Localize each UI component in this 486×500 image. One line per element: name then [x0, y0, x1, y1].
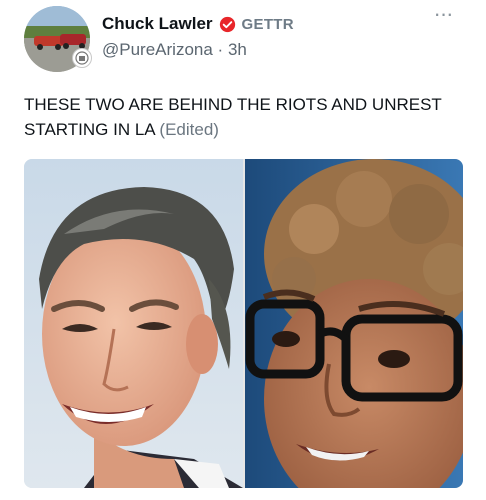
- post-media[interactable]: [24, 159, 463, 488]
- post-body: THESE TWO ARE BEHIND THE RIOTS AND UNRES…: [24, 95, 442, 139]
- photo-woman-glasses: [245, 159, 463, 488]
- post-time: 3h: [227, 40, 247, 59]
- edited-label: (Edited): [159, 120, 219, 139]
- author-handle[interactable]: @PureArizona: [102, 40, 213, 59]
- author-meta: @PureArizona · 3h: [102, 40, 247, 60]
- gettr-verified-icon: [219, 16, 235, 32]
- post-card: Chuck Lawler GETTR @PureArizona · 3h ···…: [0, 0, 486, 500]
- media-image: [24, 159, 463, 488]
- author-row: Chuck Lawler GETTR: [102, 13, 294, 35]
- more-options-button[interactable]: ···: [430, 3, 456, 28]
- author-display-name[interactable]: Chuck Lawler: [102, 14, 213, 34]
- post-text: THESE TWO ARE BEHIND THE RIOTS AND UNRES…: [24, 92, 469, 142]
- meta-separator: ·: [217, 40, 224, 59]
- platform-label: GETTR: [241, 15, 294, 33]
- photo-man-smiling: [24, 159, 243, 488]
- avatar-badge-icon: [72, 48, 92, 68]
